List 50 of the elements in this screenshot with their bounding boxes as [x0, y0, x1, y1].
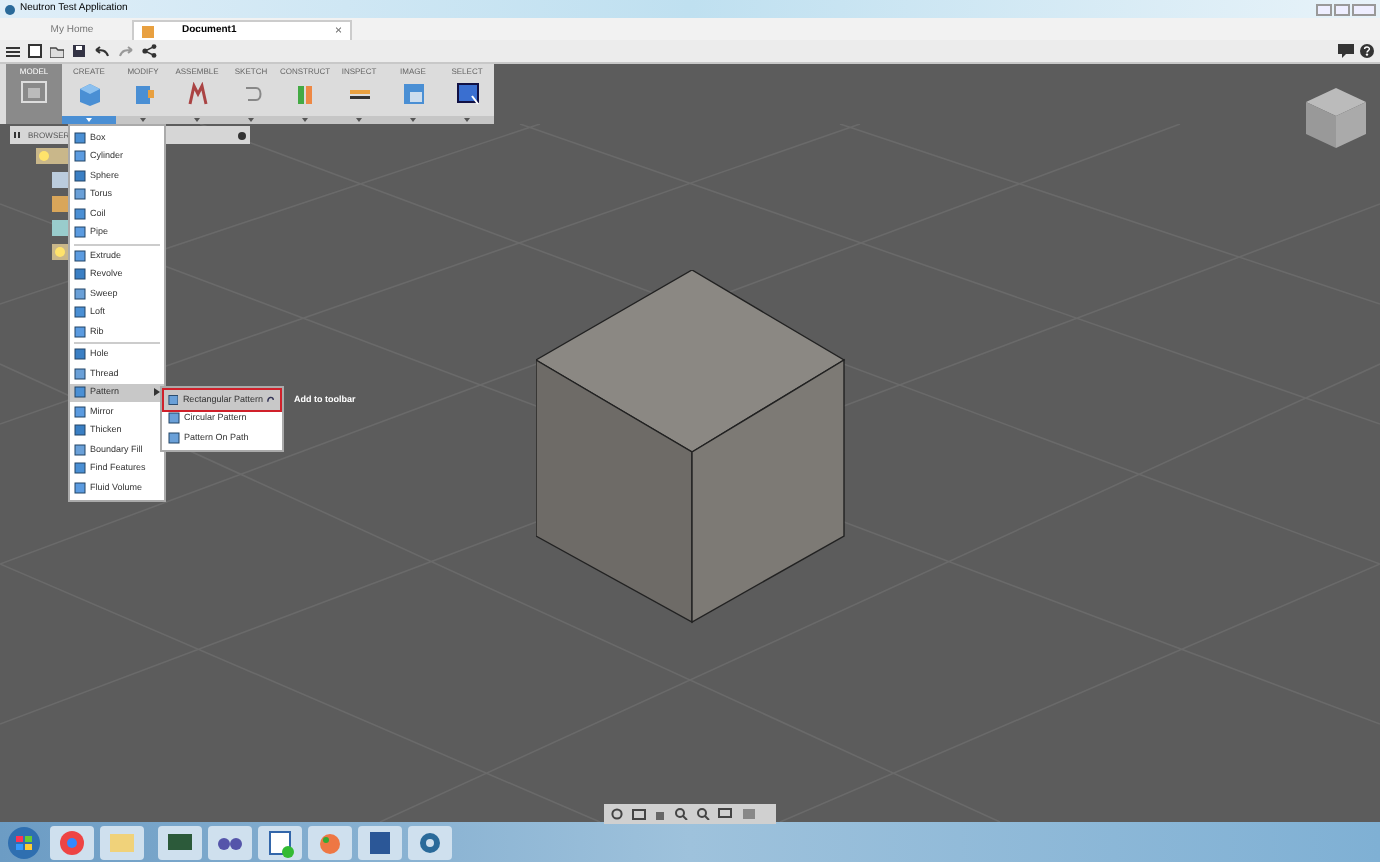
folder-icon[interactable] [50, 45, 64, 57]
undo-icon[interactable] [94, 45, 110, 57]
app-icon[interactable] [208, 825, 252, 859]
app-icon[interactable] [258, 825, 302, 859]
save-icon[interactable] [72, 44, 86, 58]
collapse-icon[interactable] [14, 132, 22, 138]
caret-icon [248, 118, 254, 122]
dropdown-button[interactable] [278, 116, 332, 124]
close-button[interactable] [1352, 3, 1376, 15]
render-icon[interactable] [401, 82, 425, 106]
share-icon[interactable] [142, 44, 158, 58]
lightbulb-icon [52, 244, 68, 260]
joint-icon[interactable] [185, 82, 209, 106]
document-icon[interactable] [28, 44, 42, 58]
lightbulb-icon [36, 148, 68, 164]
comment-icon[interactable] [1338, 44, 1354, 58]
press-pull-icon[interactable] [131, 82, 155, 106]
document-icon [142, 25, 154, 37]
model-icon [20, 80, 48, 104]
dropdown-button[interactable] [116, 116, 170, 124]
menu-icon[interactable] [6, 45, 20, 57]
monitor-icon[interactable] [158, 825, 202, 859]
caret-icon [410, 118, 416, 122]
dropdown-button[interactable] [170, 116, 224, 124]
minimize-button[interactable] [1316, 3, 1332, 15]
redo-icon[interactable] [118, 45, 134, 57]
close-icon[interactable] [238, 131, 246, 139]
dropdown-button[interactable] [332, 116, 386, 124]
display-icon[interactable] [718, 808, 734, 820]
word-icon[interactable] [358, 825, 402, 859]
search-icon[interactable] [696, 808, 710, 820]
select-icon[interactable] [455, 82, 479, 106]
component-icon [52, 220, 68, 236]
browser-icon[interactable] [50, 825, 94, 859]
zoom-icon[interactable] [674, 808, 688, 820]
caret-icon [194, 118, 200, 122]
dropdown-button[interactable] [440, 116, 494, 124]
plane-icon[interactable] [293, 82, 317, 106]
orbit-icon[interactable] [610, 808, 624, 820]
box-icon[interactable] [77, 82, 101, 106]
dropdown-button[interactable] [386, 116, 440, 124]
camera-icon[interactable] [632, 808, 646, 820]
help-icon[interactable] [1360, 44, 1374, 58]
start-icon[interactable] [4, 825, 44, 859]
caret-icon [356, 118, 362, 122]
view-cube-icon[interactable] [1304, 84, 1370, 152]
caret-icon [464, 118, 470, 122]
caret-icon [302, 118, 308, 122]
maximize-button[interactable] [1334, 3, 1350, 15]
dropdown-button[interactable] [62, 116, 116, 124]
